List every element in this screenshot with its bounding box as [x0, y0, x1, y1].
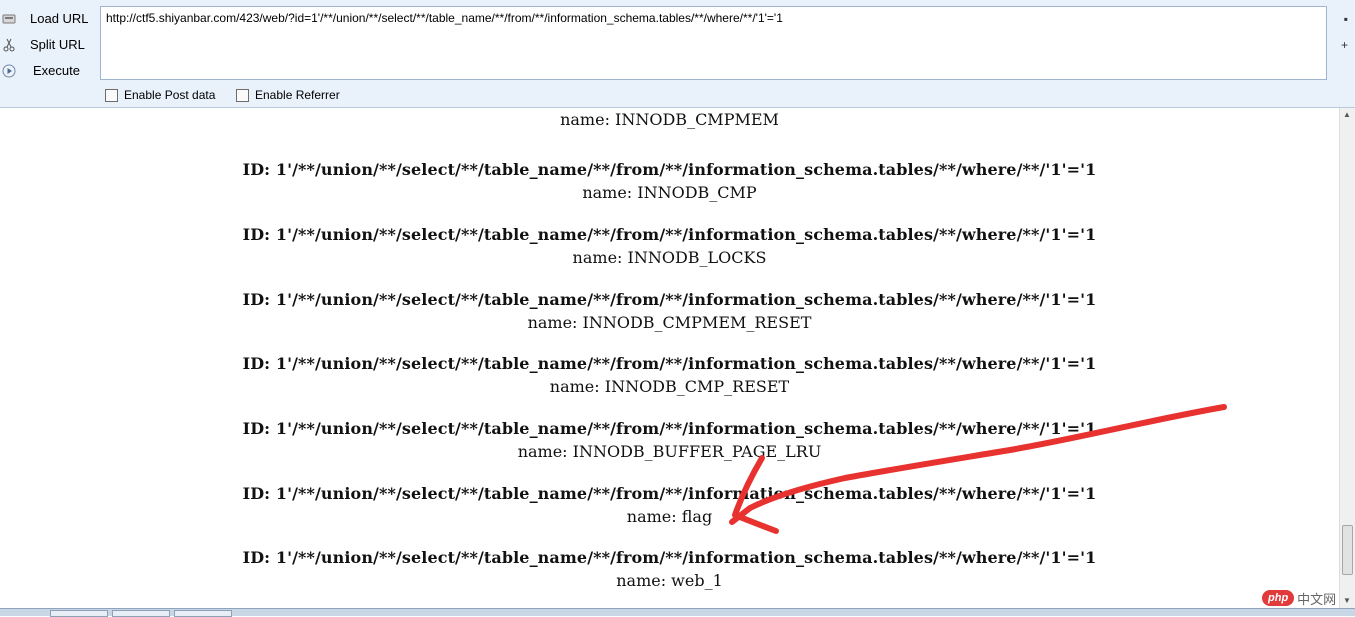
checkbox-box: [236, 88, 249, 102]
execute-label: Execute: [33, 63, 80, 78]
checkbox-box: [105, 88, 118, 102]
result-id: ID: 1'/**/union/**/select/**/table_name/…: [242, 225, 1097, 244]
page-content: name: INNODB_CMPMEM ID: 1'/**/union/**/s…: [0, 108, 1339, 608]
load-url-button[interactable]: Load URL: [0, 8, 96, 30]
enable-referrer-checkbox[interactable]: Enable Referrer: [236, 88, 340, 102]
execute-button[interactable]: Execute: [0, 60, 96, 82]
enable-post-checkbox[interactable]: Enable Post data: [105, 88, 215, 102]
load-url-label: Load URL: [30, 11, 89, 26]
result-name: name: INNODB_CMP_RESET: [549, 377, 790, 396]
result-name: name: INNODB_BUFFER_PAGE_LRU: [517, 442, 822, 461]
result-name: name: INNODB_CMPMEM: [560, 110, 779, 129]
result-name: name: INNODB_CMPMEM_RESET: [527, 313, 812, 332]
php-badge: php: [1262, 590, 1295, 606]
result-id: ID: 1'/**/union/**/select/**/table_name/…: [242, 484, 1097, 503]
result-id: ID: 1'/**/union/**/select/**/table_name/…: [242, 354, 1097, 373]
result-id: ID: 1'/**/union/**/select/**/table_name/…: [242, 548, 1097, 567]
result-id: ID: 1'/**/union/**/select/**/table_name/…: [242, 160, 1097, 179]
collapse-toggle[interactable]: ▪: [1344, 12, 1348, 26]
hackbar-toolbar: Load URL Split URL Execute http://ctf5.s…: [0, 0, 1355, 108]
scroll-up-icon[interactable]: ▲: [1343, 110, 1351, 119]
result-id: ID: 1'/**/union/**/select/**/table_name/…: [242, 290, 1097, 309]
scroll-down-icon[interactable]: ▼: [1343, 596, 1351, 605]
enable-post-label: Enable Post data: [124, 88, 216, 102]
watermark-text: 中文网: [1297, 591, 1337, 607]
result-name: name: web_1: [616, 571, 723, 590]
result-id: ID: 1'/**/union/**/select/**/table_name/…: [242, 419, 1097, 438]
scissors-icon: [2, 38, 16, 52]
split-url-button[interactable]: Split URL: [0, 34, 96, 56]
result-name: name: INNODB_CMP: [582, 183, 757, 202]
taskbar: [0, 608, 1355, 617]
result-name-flag: name: flag: [626, 507, 713, 526]
expand-toggle[interactable]: +: [1341, 38, 1348, 52]
php-cn-watermark: php 中文网: [1262, 586, 1336, 610]
result-name: name: INNODB_LOCKS: [572, 248, 767, 267]
split-url-label: Split URL: [30, 37, 85, 52]
scrollbar-thumb[interactable]: [1342, 525, 1353, 575]
load-url-icon: [2, 12, 16, 26]
enable-referrer-label: Enable Referrer: [255, 88, 340, 102]
url-input[interactable]: http://ctf5.shiyanbar.com/423/web/?id=1'…: [100, 6, 1327, 80]
vertical-scrollbar[interactable]: ▲ ▼: [1339, 108, 1355, 608]
play-icon: [2, 64, 16, 78]
